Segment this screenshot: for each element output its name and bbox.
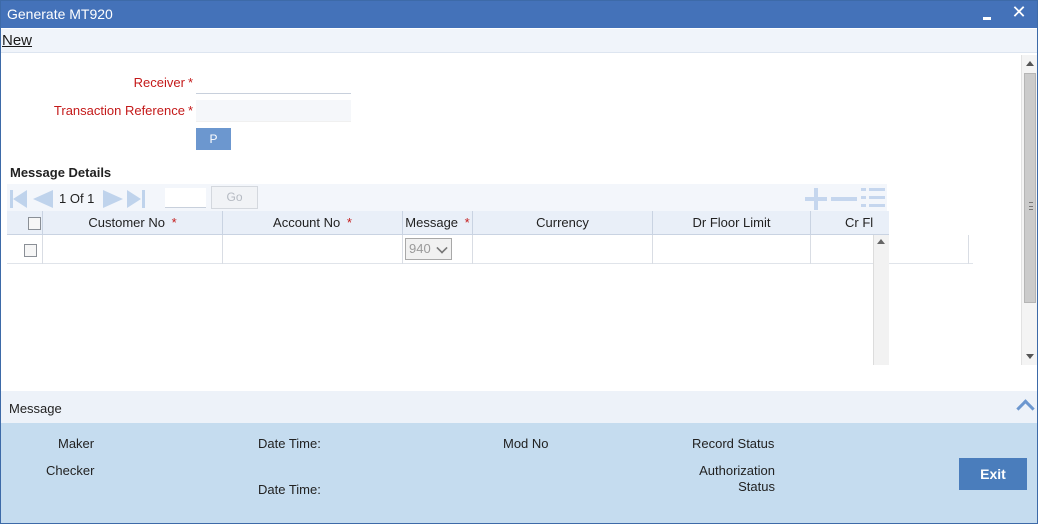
grip-icon	[1029, 202, 1033, 210]
scroll-down-icon[interactable]	[1026, 354, 1034, 359]
column-label: Account No	[273, 215, 341, 230]
list-icon-bullet	[861, 196, 866, 199]
list-icon-line	[869, 196, 885, 199]
close-icon[interactable]: ✕	[1009, 1, 1029, 23]
checker-date-time-label: Date Time:	[258, 482, 321, 497]
column-label: Currency	[536, 215, 589, 230]
exit-button[interactable]: Exit	[959, 458, 1027, 490]
transaction-reference-label-text: Transaction Reference	[53, 103, 185, 118]
scroll-up-icon[interactable]	[1026, 61, 1034, 66]
new-link[interactable]: New	[2, 32, 32, 49]
column-label: Dr Floor Limit	[692, 215, 771, 230]
transaction-reference-input[interactable]	[196, 100, 351, 122]
column-header-cr-floor-limit[interactable]: Cr Fl	[811, 211, 889, 235]
scroll-up-icon[interactable]	[877, 239, 885, 244]
row-checkbox[interactable]	[24, 244, 37, 257]
delete-row-icon[interactable]	[831, 188, 857, 210]
minimize-icon[interactable]	[981, 10, 993, 20]
receiver-label: Receiver *	[61, 75, 193, 90]
account-no-cell[interactable]	[223, 235, 403, 264]
last-page-bar	[142, 190, 145, 208]
required-mark: *	[187, 103, 193, 118]
message-details-title: Message Details	[10, 165, 112, 180]
single-view-icon[interactable]	[861, 186, 885, 210]
message-bar: Message	[1, 391, 1037, 423]
column-label: Customer No	[88, 215, 165, 230]
currency-cell[interactable]	[473, 235, 653, 264]
go-button[interactable]: Go	[211, 186, 258, 209]
generate-mt920-window: Generate MT920 ✕ New Receiver * Transacti…	[0, 0, 1038, 524]
grid-toolbar: 1 Of 1 Go	[7, 184, 887, 212]
list-icon-line	[869, 188, 885, 191]
row-select-cell	[7, 235, 43, 264]
dr-floor-limit-cell[interactable]	[653, 235, 811, 264]
page-number-input[interactable]	[165, 188, 206, 208]
next-page-icon[interactable]	[103, 190, 123, 208]
prev-page-icon[interactable]	[33, 190, 53, 208]
chevron-down-icon	[436, 242, 448, 254]
column-header-currency[interactable]: Currency	[473, 211, 653, 235]
column-header-customer-no[interactable]: Customer No *	[43, 211, 223, 235]
record-status-label: Record Status	[692, 436, 775, 451]
first-page-icon[interactable]	[13, 190, 27, 208]
column-header-dr-floor-limit[interactable]: Dr Floor Limit	[653, 211, 811, 235]
required-mark: *	[464, 215, 470, 230]
scrollbar-thumb[interactable]	[1024, 73, 1036, 303]
grid-scrollbar[interactable]	[873, 235, 889, 365]
maker-date-time-label: Date Time:	[258, 436, 321, 451]
table-row[interactable]: 940	[7, 235, 973, 264]
window-title: Generate MT920	[7, 6, 113, 22]
maker-label: Maker	[58, 436, 95, 451]
list-icon-bullet	[861, 188, 866, 191]
message-label: Message	[9, 401, 62, 416]
checker-label: Checker	[46, 463, 95, 478]
required-mark: *	[346, 215, 352, 230]
select-all-cell	[7, 211, 43, 235]
message-type-select[interactable]: 940	[405, 238, 452, 260]
message-details-grid: Customer No * Account No * Message * Cur…	[7, 211, 973, 365]
grid-header: Customer No * Account No * Message * Cur…	[7, 211, 889, 235]
transaction-reference-label: Transaction Reference *	[21, 103, 193, 118]
column-header-account-no[interactable]: Account No *	[223, 211, 403, 235]
select-all-checkbox[interactable]	[28, 217, 41, 230]
title-bar: Generate MT920 ✕	[1, 1, 1037, 28]
last-page-icon[interactable]	[127, 190, 141, 208]
menu-bar: New	[1, 29, 1037, 53]
receiver-label-text: Receiver	[133, 75, 185, 90]
page-indicator: 1 Of 1	[59, 191, 95, 206]
column-header-message[interactable]: Message *	[403, 211, 473, 235]
column-label: Cr Fl	[845, 215, 874, 230]
list-icon-bullet	[861, 204, 866, 207]
main-scrollbar[interactable]	[1021, 55, 1037, 365]
customer-no-cell[interactable]	[43, 235, 223, 264]
audit-panel: Maker Checker Date Time: Date Time: Mod …	[1, 423, 1037, 523]
receiver-input[interactable]	[196, 72, 351, 94]
add-row-icon[interactable]	[805, 188, 827, 210]
list-icon-line	[869, 204, 885, 207]
message-type-value: 940	[409, 241, 431, 256]
column-label: Message	[405, 215, 459, 230]
authorization-status-label: Authorization Status	[699, 463, 775, 494]
mod-no-label: Mod No	[503, 436, 549, 451]
p-button[interactable]: P	[196, 128, 231, 150]
cr-floor-limit-cell[interactable]	[811, 235, 969, 264]
required-mark: *	[187, 75, 193, 90]
required-mark: *	[171, 215, 177, 230]
collapse-up-icon[interactable]	[1015, 395, 1035, 415]
